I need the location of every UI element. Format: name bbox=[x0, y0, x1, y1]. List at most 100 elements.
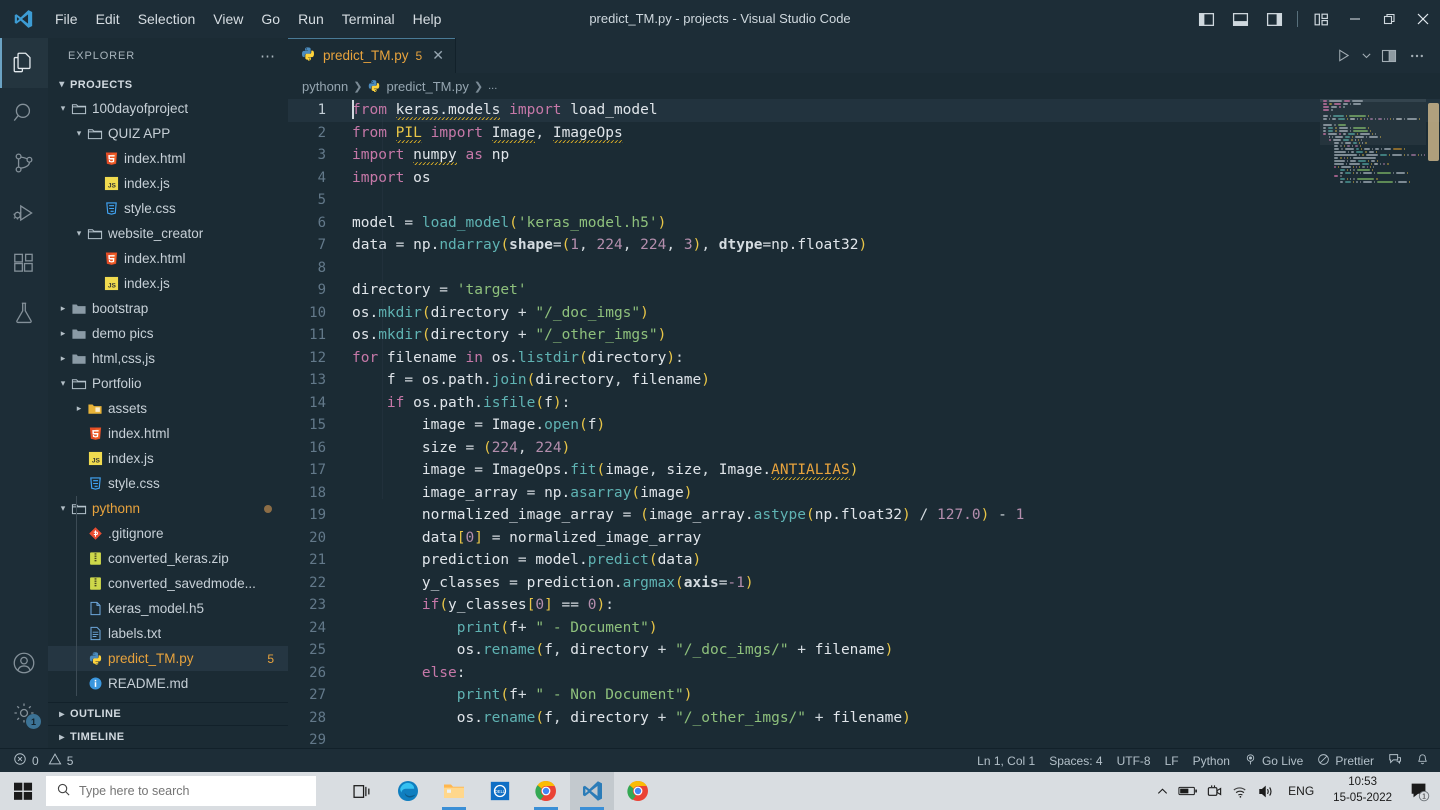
tree-file-style-css[interactable]: style.css bbox=[48, 471, 288, 496]
toggle-secondary-sidebar-icon[interactable] bbox=[1257, 0, 1291, 38]
code-line[interactable]: 1 from keras.models import load_model bbox=[288, 99, 1440, 122]
code-line[interactable]: 22 y_classes = prediction.argmax(axis=-1… bbox=[288, 572, 1440, 595]
taskbar-search[interactable] bbox=[46, 776, 316, 806]
split-editor-icon[interactable] bbox=[1376, 43, 1402, 69]
code-line[interactable]: 19 normalized_image_array = (image_array… bbox=[288, 504, 1440, 527]
tree-file-index-js[interactable]: JS index.js bbox=[48, 271, 288, 296]
status-encoding[interactable]: UTF-8 bbox=[1110, 749, 1158, 773]
tree-folder-html-css-js[interactable]: ▸ html,css,js bbox=[48, 346, 288, 371]
menu-terminal[interactable]: Terminal bbox=[333, 0, 404, 38]
activitybar-extensions[interactable] bbox=[0, 238, 48, 288]
windows-start-icon[interactable] bbox=[0, 772, 46, 810]
code-line[interactable]: 3 import numpy as np bbox=[288, 144, 1440, 167]
taskbar-visual-studio-code[interactable] bbox=[570, 772, 614, 810]
activitybar-source-control[interactable] bbox=[0, 138, 48, 188]
tree-folder-quiz-app[interactable]: ▾ QUIZ APP bbox=[48, 121, 288, 146]
tree-file-converted-savedmode-[interactable]: converted_savedmode... bbox=[48, 571, 288, 596]
code-line[interactable]: 24 print(f+ " - Document") bbox=[288, 617, 1440, 640]
code-line[interactable]: 4 import os bbox=[288, 167, 1440, 190]
run-python-file-icon[interactable] bbox=[1330, 43, 1356, 69]
code-line[interactable]: 16 size = (224, 224) bbox=[288, 437, 1440, 460]
menu-go[interactable]: Go bbox=[252, 0, 289, 38]
tree-file-index-html[interactable]: index.html bbox=[48, 421, 288, 446]
tree-file-index-html[interactable]: index.html bbox=[48, 246, 288, 271]
menu-help[interactable]: Help bbox=[404, 0, 451, 38]
status-prettier[interactable]: Prettier bbox=[1310, 749, 1381, 773]
tree-folder-100dayofproject[interactable]: ▾ 100dayofproject bbox=[48, 96, 288, 121]
close-button[interactable] bbox=[1406, 0, 1440, 38]
taskbar-chrome[interactable] bbox=[616, 772, 660, 810]
code-line[interactable]: 17 image = ImageOps.fit(image, size, Ima… bbox=[288, 459, 1440, 482]
editor-vertical-scrollbar[interactable] bbox=[1426, 99, 1440, 748]
taskbar-file-explorer[interactable] bbox=[432, 772, 476, 810]
code-line[interactable]: 27 print(f+ " - Non Document") bbox=[288, 684, 1440, 707]
code-line[interactable]: 15 image = Image.open(f) bbox=[288, 414, 1440, 437]
code-line[interactable]: 20 data[0] = normalized_image_array bbox=[288, 527, 1440, 550]
sidebar-panel-timeline[interactable]: ▸ TIMELINE bbox=[48, 725, 288, 748]
toggle-primary-sidebar-icon[interactable] bbox=[1189, 0, 1223, 38]
wifi-icon[interactable] bbox=[1227, 772, 1253, 810]
activitybar-run-debug[interactable] bbox=[0, 188, 48, 238]
activitybar-testing[interactable] bbox=[0, 288, 48, 338]
status-notifications[interactable] bbox=[1409, 749, 1436, 773]
tray-language[interactable]: ENG bbox=[1279, 772, 1323, 810]
minimap[interactable] bbox=[1320, 99, 1426, 748]
chevron-up-icon[interactable] bbox=[1149, 772, 1175, 810]
status-eol[interactable]: LF bbox=[1158, 749, 1186, 773]
tree-file-index-html[interactable]: index.html bbox=[48, 146, 288, 171]
breadcrumb-folder[interactable]: pythonn bbox=[302, 79, 348, 94]
chevron-down-icon[interactable] bbox=[1358, 43, 1374, 69]
status-language-mode[interactable]: Python bbox=[1186, 749, 1237, 773]
tab-predict-tm-py[interactable]: predict_TM.py 5 ✕ bbox=[288, 38, 456, 73]
breadcrumb-file[interactable]: predict_TM.py bbox=[367, 79, 469, 94]
tree-folder-assets[interactable]: ▸ assets bbox=[48, 396, 288, 421]
menu-edit[interactable]: Edit bbox=[87, 0, 129, 38]
code-line[interactable]: 14 if os.path.isfile(f): bbox=[288, 392, 1440, 415]
code-line[interactable]: 21 prediction = model.predict(data) bbox=[288, 549, 1440, 572]
code-line[interactable]: 29 bbox=[288, 729, 1440, 748]
tree-folder-demo-pics[interactable]: ▸ demo pics bbox=[48, 321, 288, 346]
sidebar-more-actions-icon[interactable]: ⋯ bbox=[260, 47, 276, 65]
code-line[interactable]: 12 for filename in os.listdir(directory): bbox=[288, 347, 1440, 370]
status-feedback[interactable] bbox=[1381, 749, 1409, 773]
tree-folder-pythonn[interactable]: ▾ pythonn bbox=[48, 496, 288, 521]
status-indentation[interactable]: Spaces: 4 bbox=[1042, 749, 1109, 773]
code-line[interactable]: 10 os.mkdir(directory + "/_doc_imgs") bbox=[288, 302, 1440, 325]
tree-file-predict-tm-py[interactable]: predict_TM.py 5 bbox=[48, 646, 288, 671]
menu-run[interactable]: Run bbox=[289, 0, 333, 38]
tree-file-converted-keras-zip[interactable]: converted_keras.zip bbox=[48, 546, 288, 571]
code-line[interactable]: 25 os.rename(f, directory + "/_doc_imgs/… bbox=[288, 639, 1440, 662]
code-line[interactable]: 28 os.rename(f, directory + "/_other_img… bbox=[288, 707, 1440, 730]
code-line[interactable]: 11 os.mkdir(directory + "/_other_imgs") bbox=[288, 324, 1440, 347]
activitybar-manage[interactable]: 1 bbox=[0, 688, 48, 738]
code-line[interactable]: 23 if(y_classes[0] == 0): bbox=[288, 594, 1440, 617]
scrollbar-thumb[interactable] bbox=[1428, 103, 1439, 161]
code-line[interactable]: 2 from PIL import Image, ImageOps bbox=[288, 122, 1440, 145]
menu-view[interactable]: View bbox=[204, 0, 252, 38]
tab-close-icon[interactable]: ✕ bbox=[432, 47, 444, 64]
tree-file-readme-md[interactable]: README.md bbox=[48, 671, 288, 696]
menu-selection[interactable]: Selection bbox=[129, 0, 205, 38]
tree-folder-bootstrap[interactable]: ▸ bootstrap bbox=[48, 296, 288, 321]
more-actions-icon[interactable] bbox=[1404, 43, 1430, 69]
tray-clock[interactable]: 10:53 15-05-2022 bbox=[1323, 772, 1402, 810]
code-line[interactable]: 6 model = load_model('keras_model.h5') bbox=[288, 212, 1440, 235]
tree-file-style-css[interactable]: style.css bbox=[48, 196, 288, 221]
minimap-slider[interactable] bbox=[1320, 99, 1426, 145]
menu-file[interactable]: File bbox=[46, 0, 87, 38]
tree-folder-website-creator[interactable]: ▾ website_creator bbox=[48, 221, 288, 246]
activitybar-search[interactable] bbox=[0, 88, 48, 138]
code-line[interactable]: 13 f = os.path.join(directory, filename) bbox=[288, 369, 1440, 392]
battery-icon[interactable] bbox=[1175, 772, 1201, 810]
toggle-panel-icon[interactable] bbox=[1223, 0, 1257, 38]
code-line[interactable]: 9 directory = 'target' bbox=[288, 279, 1440, 302]
breadcrumb-symbols[interactable]: ... bbox=[488, 80, 497, 92]
tree-file-index-js[interactable]: JS index.js bbox=[48, 171, 288, 196]
tree-file-labels-txt[interactable]: labels.txt bbox=[48, 621, 288, 646]
taskbar-chrome-profile[interactable] bbox=[524, 772, 568, 810]
speaker-icon[interactable] bbox=[1253, 772, 1279, 810]
taskbar-dell-app[interactable]: DELL bbox=[478, 772, 522, 810]
code-line[interactable]: 7 data = np.ndarray(shape=(1, 224, 224, 3… bbox=[288, 234, 1440, 257]
camera-icon[interactable] bbox=[1201, 772, 1227, 810]
taskbar-task-view[interactable] bbox=[340, 772, 384, 810]
